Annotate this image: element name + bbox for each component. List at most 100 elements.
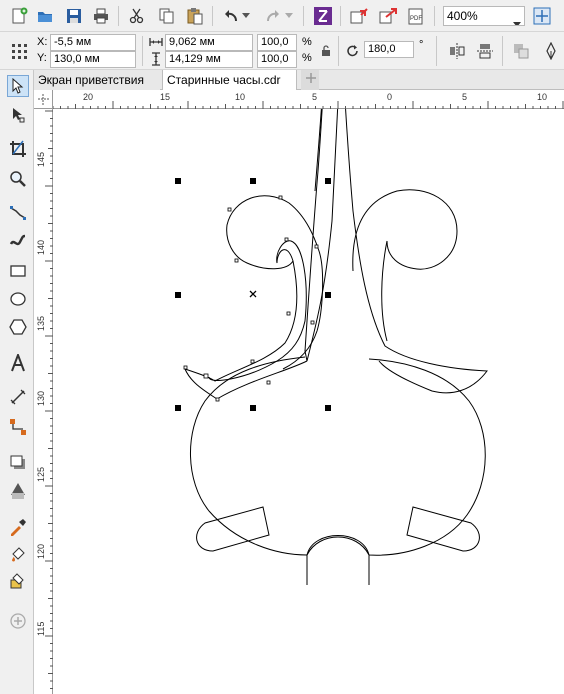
print-icon[interactable] bbox=[90, 5, 112, 27]
tab-antique-clock[interactable]: Старинные часы.cdr bbox=[162, 70, 297, 90]
cut-icon[interactable] bbox=[126, 5, 148, 27]
ruler-v-label: 120 bbox=[36, 543, 46, 559]
new-tab-icon[interactable] bbox=[301, 70, 319, 90]
drawing-canvas[interactable] bbox=[53, 109, 564, 694]
selection-center-marker[interactable] bbox=[249, 290, 257, 298]
lock-ratio-icon[interactable] bbox=[318, 40, 334, 62]
spire-outline[interactable] bbox=[304, 109, 340, 362]
color-eyedropper-icon[interactable] bbox=[7, 516, 29, 538]
tab-antique-clock-label: Старинные часы.cdr bbox=[167, 73, 281, 87]
object-origin-icon[interactable] bbox=[8, 40, 30, 62]
rotation-angle-value: 180,0 bbox=[368, 43, 396, 55]
ruler-v-label: 135 bbox=[36, 315, 46, 331]
freehand-tool-icon[interactable] bbox=[7, 202, 29, 224]
height-field[interactable]: 14,129 мм bbox=[165, 51, 253, 68]
zoom-level-select[interactable]: 400% bbox=[443, 6, 525, 26]
width-field[interactable]: 9,062 мм bbox=[165, 34, 253, 51]
ruler-h-label: 10 bbox=[235, 92, 246, 102]
right-scroll-inner[interactable] bbox=[381, 240, 388, 342]
tab-welcome-screen[interactable]: Экран приветствия bbox=[34, 70, 160, 90]
left-foot-outline[interactable] bbox=[196, 506, 270, 552]
toolbox bbox=[0, 70, 34, 694]
new-document-icon[interactable] bbox=[8, 5, 30, 27]
artistic-media-tool-icon[interactable] bbox=[7, 230, 29, 252]
document-tabs: Экран приветствия Старинные часы.cdr bbox=[34, 70, 564, 90]
ellipse-tool-icon[interactable] bbox=[7, 288, 29, 310]
horizontal-ruler[interactable]: 20 15 10 5 0 5 10 bbox=[34, 90, 564, 109]
pick-tool-icon[interactable] bbox=[7, 75, 29, 97]
ruler-h-label: 20 bbox=[83, 92, 94, 102]
redo-icon[interactable] bbox=[262, 5, 284, 27]
scale-y-field[interactable]: 100,0 bbox=[257, 51, 297, 68]
width-value: 9,062 мм bbox=[169, 36, 215, 48]
property-bar: X: -5,5 мм Y: 130,0 мм 9,062 мм 14,129 м… bbox=[0, 32, 564, 70]
y-label: Y: bbox=[37, 52, 47, 64]
degree-symbol: ° bbox=[419, 39, 424, 51]
ruler-h-label: 5 bbox=[312, 92, 318, 102]
save-icon[interactable] bbox=[63, 5, 85, 27]
tab-welcome-label: Экран приветствия bbox=[38, 73, 145, 87]
undo-dropdown-icon[interactable] bbox=[240, 5, 252, 27]
publish-pdf-icon[interactable]: PDF bbox=[406, 5, 428, 27]
clock-bottom-arch[interactable] bbox=[306, 535, 370, 586]
height-value: 14,129 мм bbox=[169, 53, 221, 65]
outline-pen-icon[interactable] bbox=[540, 40, 562, 62]
scale-x-field[interactable]: 100,0 bbox=[257, 34, 297, 51]
ruler-origin-corner[interactable] bbox=[34, 90, 53, 109]
zoom-tool-icon[interactable] bbox=[7, 168, 29, 190]
redo-dropdown-icon[interactable] bbox=[283, 5, 295, 27]
dimension-tool-icon[interactable] bbox=[7, 386, 29, 408]
search-content-icon[interactable] bbox=[312, 5, 334, 27]
group-objects-icon[interactable] bbox=[510, 40, 532, 62]
chevron-down-icon bbox=[513, 14, 521, 25]
open-folder-icon[interactable] bbox=[34, 5, 56, 27]
export-icon[interactable] bbox=[377, 5, 399, 27]
ruler-h-label: 10 bbox=[537, 92, 548, 102]
drop-shadow-tool-icon[interactable] bbox=[7, 452, 29, 474]
vertical-ruler[interactable]: 145 140 135 130 125 120 115 bbox=[34, 109, 53, 694]
ruler-h-label: 0 bbox=[387, 92, 393, 102]
x-label: X: bbox=[37, 36, 48, 48]
undo-icon[interactable] bbox=[220, 5, 242, 27]
x-position-value: -5,5 мм bbox=[54, 36, 92, 48]
polygon-tool-icon[interactable] bbox=[7, 316, 29, 338]
add-tool-icon[interactable] bbox=[7, 610, 29, 632]
y-position-value: 130,0 мм bbox=[54, 53, 100, 65]
paste-icon[interactable] bbox=[184, 5, 206, 27]
ruler-v-label: 125 bbox=[36, 466, 46, 482]
spire-right-outline[interactable] bbox=[340, 109, 488, 394]
left-scroll-selected[interactable] bbox=[184, 195, 324, 400]
ruler-v-label: 145 bbox=[36, 151, 46, 167]
scale-x-value: 100,0 bbox=[261, 36, 289, 48]
smart-fill-icon[interactable] bbox=[7, 570, 29, 592]
standard-toolbar: PDF 400% bbox=[0, 0, 564, 32]
ruler-v-label: 130 bbox=[36, 390, 46, 406]
copy-icon[interactable] bbox=[155, 5, 177, 27]
ruler-v-label: 115 bbox=[36, 621, 46, 636]
interactive-fill-icon[interactable] bbox=[7, 544, 29, 566]
clock-body-outline[interactable] bbox=[190, 356, 486, 556]
import-icon[interactable] bbox=[348, 5, 370, 27]
height-icon bbox=[149, 52, 163, 69]
x-position-field[interactable]: -5,5 мм bbox=[50, 34, 136, 51]
rotation-angle-icon bbox=[344, 40, 362, 62]
mirror-vertical-icon[interactable] bbox=[474, 40, 496, 62]
mirror-horizontal-icon[interactable] bbox=[446, 40, 468, 62]
full-screen-preview-icon[interactable] bbox=[531, 5, 553, 27]
scale-y-value: 100,0 bbox=[261, 53, 289, 65]
right-scroll-outline[interactable] bbox=[352, 189, 458, 272]
percent-y-label: % bbox=[302, 52, 312, 64]
y-position-field[interactable]: 130,0 мм bbox=[50, 51, 136, 68]
crop-tool-icon[interactable] bbox=[7, 138, 29, 160]
curve-nodes[interactable] bbox=[183, 195, 319, 402]
percent-x-label: % bbox=[302, 36, 312, 48]
connector-tool-icon[interactable] bbox=[7, 416, 29, 438]
ruler-h-label: 15 bbox=[160, 92, 171, 102]
ruler-h-label: 5 bbox=[462, 92, 468, 102]
svg-text:PDF: PDF bbox=[410, 16, 422, 22]
text-tool-icon[interactable] bbox=[7, 352, 29, 374]
transparency-tool-icon[interactable] bbox=[7, 480, 29, 502]
shape-tool-icon[interactable] bbox=[7, 104, 29, 126]
rectangle-tool-icon[interactable] bbox=[7, 260, 29, 282]
rotation-angle-field[interactable]: 180,0 bbox=[364, 41, 414, 58]
